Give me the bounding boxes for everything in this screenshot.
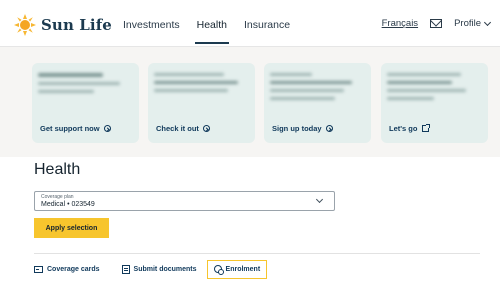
arrow-circle-icon <box>202 125 210 132</box>
nav-investments[interactable]: Investments <box>115 0 188 47</box>
language-link[interactable]: Français <box>382 18 418 29</box>
promo-card[interactable]: Sign up today <box>264 63 371 143</box>
header-actions: Français Profile <box>382 0 492 47</box>
tab-submit-documents[interactable]: Submit documents <box>118 260 201 278</box>
promo-link-label: Let's go <box>389 124 418 133</box>
promo-link-label: Sign up today <box>272 124 322 133</box>
brand-name: Sun Life <box>41 16 112 34</box>
promo-link-label: Get support now <box>40 124 100 133</box>
promo-link[interactable]: Let's go <box>389 124 431 133</box>
tab-coverage-cards[interactable]: Coverage cards <box>34 260 104 278</box>
profile-label: Profile <box>454 18 481 29</box>
page-title: Health <box>34 161 81 178</box>
person-icon <box>213 265 224 275</box>
apply-selection-button[interactable]: Apply selection <box>34 218 109 238</box>
health-tabs: Coverage cards Submit documents Enrolmen… <box>34 259 281 279</box>
blurred-text <box>387 73 480 105</box>
blurred-text <box>270 73 363 105</box>
coverage-plan-select[interactable]: Coverage plan Medical • 023549 <box>34 191 335 211</box>
document-icon <box>121 264 130 274</box>
arrow-circle-icon <box>103 125 111 132</box>
promo-card[interactable]: Let's go <box>381 63 488 143</box>
promo-card[interactable]: Get support now <box>32 63 139 143</box>
card-icon <box>34 265 43 273</box>
promo-link[interactable]: Check it out <box>156 124 210 133</box>
promo-band: Get support now Check it out Sign up tod… <box>0 47 500 157</box>
nav-insurance[interactable]: Insurance <box>236 0 298 47</box>
top-bar: Sun Life Investments Health Insurance Fr… <box>0 0 500 47</box>
promo-link[interactable]: Get support now <box>40 124 111 133</box>
profile-menu[interactable]: Profile <box>454 18 492 29</box>
nav-health[interactable]: Health <box>189 0 235 47</box>
main-nav: Investments Health Insurance <box>115 0 298 47</box>
promo-link[interactable]: Sign up today <box>272 124 333 133</box>
chevron-down-icon <box>315 195 324 204</box>
coverage-plan-label: Coverage plan <box>41 194 74 200</box>
tab-label: Submit documents <box>133 265 197 273</box>
promo-link-label: Check it out <box>156 124 199 133</box>
arrow-circle-icon <box>325 125 333 132</box>
promo-card[interactable]: Check it out <box>148 63 255 143</box>
external-link-icon <box>422 124 431 132</box>
coverage-plan-value: Medical • 023549 <box>41 201 95 208</box>
divider <box>34 253 480 254</box>
mail-icon[interactable] <box>430 19 443 28</box>
blurred-text <box>38 73 131 98</box>
sun-logo-icon <box>14 14 36 36</box>
tab-enrolment[interactable]: Enrolment <box>206 259 268 279</box>
tab-label: Enrolment <box>225 265 261 273</box>
chevron-down-icon <box>483 18 492 26</box>
blurred-text <box>154 73 247 97</box>
tab-label: Coverage cards <box>47 265 100 273</box>
sun-life-logo[interactable]: Sun Life <box>14 14 112 36</box>
